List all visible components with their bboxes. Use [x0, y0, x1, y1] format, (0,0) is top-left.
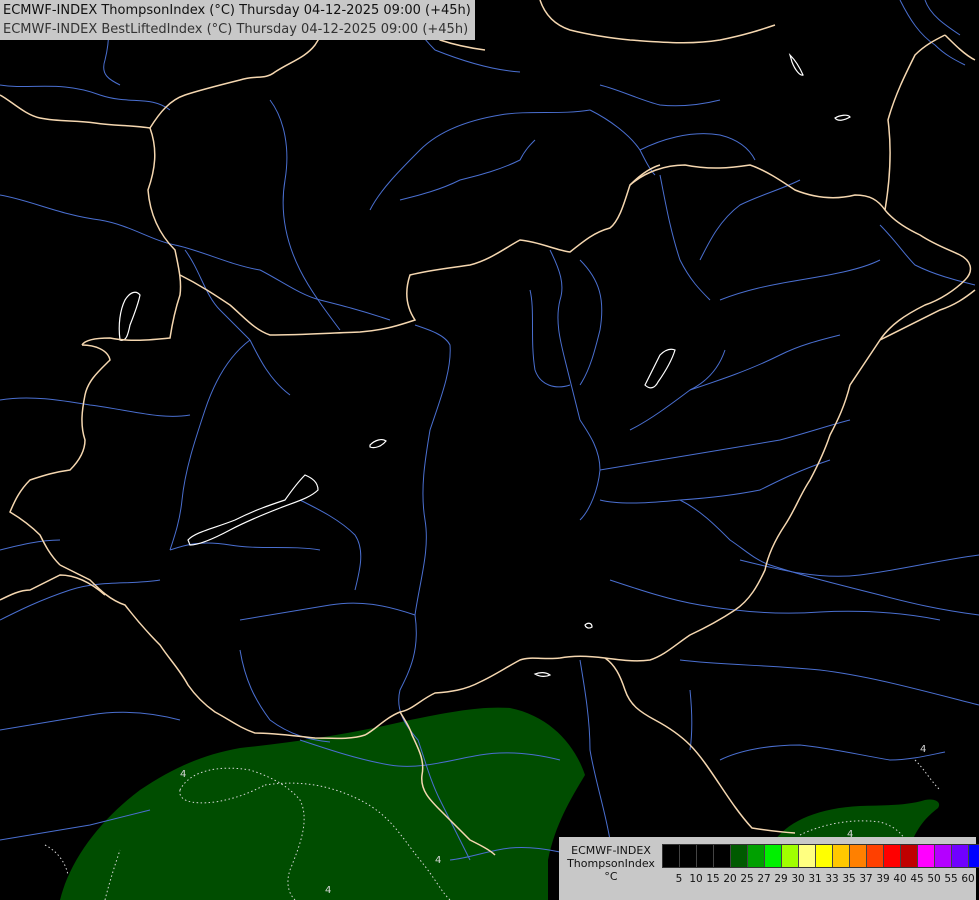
legend-parameter: ThompsonIndex: [567, 857, 655, 870]
contour-label-2: 4: [325, 885, 331, 896]
legend-tick-label: 50: [927, 873, 941, 885]
legend-unit: °C: [604, 870, 618, 883]
legend-swatch: [816, 845, 833, 867]
legend-swatch: [884, 845, 901, 867]
contour-label-5: 4: [920, 744, 926, 755]
legend-tick-label: 60: [961, 873, 975, 885]
legend-tick-label: 31: [808, 873, 822, 885]
legend-swatch: [867, 845, 884, 867]
legend-swatch: [748, 845, 765, 867]
legend-swatch: [782, 845, 799, 867]
legend-tick-label: 45: [910, 873, 924, 885]
map-title: ECMWF-INDEX ThompsonIndex (°C) Thursday …: [0, 0, 475, 40]
legend-swatch: [935, 845, 952, 867]
legend-tick-label: 39: [876, 873, 890, 885]
legend-tick-label: 25: [740, 873, 754, 885]
legend-tick-label: 29: [774, 873, 788, 885]
legend-swatch: [765, 845, 782, 867]
legend-swatch: [714, 845, 731, 867]
legend-tick-label: 40: [893, 873, 907, 885]
legend-tick-label: 37: [859, 873, 873, 885]
legend-tick-label: 55: [944, 873, 958, 885]
legend-tick-label: 10: [689, 873, 703, 885]
contour-label-1: 4: [180, 769, 186, 780]
legend-tick-label: 35: [842, 873, 856, 885]
legend-swatch: [799, 845, 816, 867]
legend-swatch: [833, 845, 850, 867]
legend-swatch: [697, 845, 714, 867]
legend-swatch: [952, 845, 969, 867]
legend-tick-label: 5: [675, 873, 683, 885]
legend-ticks: 5 10 15 20 25 27 29 30 31 33 35 37 39 40 45 50 55 60: [662, 873, 979, 887]
color-legend: ECMWF-INDEX ThompsonIndex °C 5 10 15 20 25 27…: [559, 837, 979, 900]
contour-label-3: 4: [435, 855, 441, 866]
legend-swatch: [850, 845, 867, 867]
legend-tick-label: 30: [791, 873, 805, 885]
weather-map[interactable]: 4 4 4 4 4: [0, 0, 979, 900]
legend-tick-label: 15: [706, 873, 720, 885]
title-line-thompson: ECMWF-INDEX ThompsonIndex (°C) Thursday …: [3, 3, 471, 18]
legend-swatch: [731, 845, 748, 867]
legend-swatch: [680, 845, 697, 867]
legend-name: ECMWF-INDEX ThompsonIndex °C: [563, 844, 659, 883]
legend-swatch: [918, 845, 935, 867]
legend-tick-label: 20: [723, 873, 737, 885]
legend-swatch: [901, 845, 918, 867]
title-line-bestlifted: ECMWF-INDEX BestLiftedIndex (°C) Thursda…: [3, 22, 469, 37]
legend-tick-label: 27: [757, 873, 771, 885]
legend-swatch: [663, 845, 680, 867]
legend-swatch: [969, 845, 979, 867]
legend-color-bar: [662, 844, 979, 868]
legend-model: ECMWF-INDEX: [571, 844, 651, 857]
legend-tick-label: 33: [825, 873, 839, 885]
